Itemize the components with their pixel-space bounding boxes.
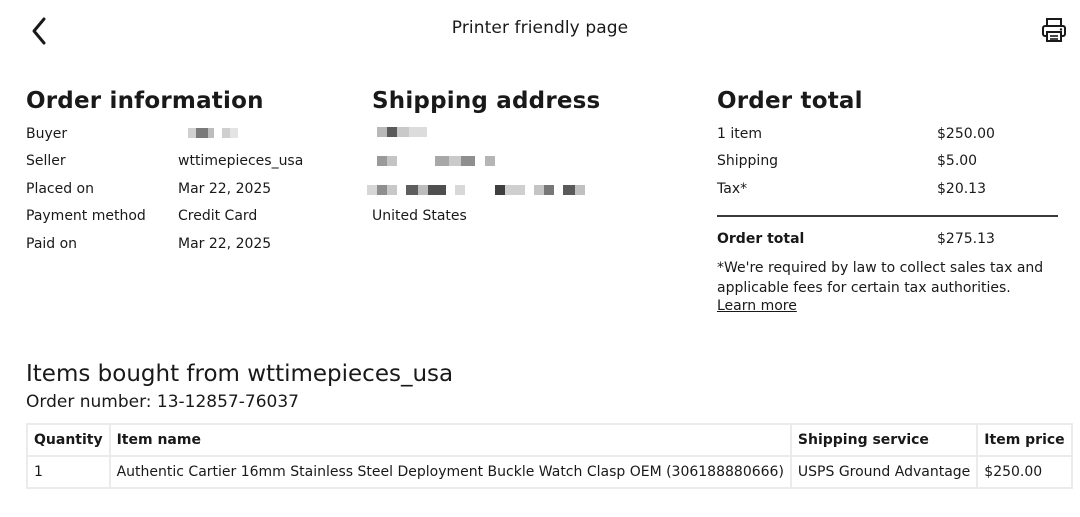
order-number: Order number: 13-12857-76037: [26, 392, 299, 412]
top-bar: Printer friendly page: [0, 0, 1080, 62]
placed-on-label: Placed on: [26, 181, 94, 197]
column-header-item-name: Item name: [108, 423, 792, 457]
tax-note: *We're required by law to collect sales …: [717, 260, 1044, 296]
shipping-cost-label: Shipping: [717, 153, 779, 169]
item-quantity: 1: [26, 455, 111, 489]
printer-icon: [1042, 18, 1066, 42]
item-name: Authentic Cartier 16mm Stainless Steel D…: [108, 455, 792, 489]
redacted-recipient-name: [377, 127, 429, 137]
item-price: $250.00: [976, 455, 1073, 489]
table-row: 1 Authentic Cartier 16mm Stainless Steel…: [26, 455, 1073, 489]
total-divider: [717, 215, 1058, 217]
seller-value: wttimepieces_usa: [178, 153, 304, 169]
paid-on-label: Paid on: [26, 236, 78, 252]
item-shipping-service: USPS Ground Advantage: [789, 455, 979, 489]
placed-on-value: Mar 22, 2025: [178, 181, 272, 197]
item-count-label: 1 item: [717, 126, 762, 142]
payment-method-label: Payment method: [26, 208, 146, 224]
shipping-cost-value: $5.00: [937, 153, 978, 169]
tax-label: Tax*: [717, 181, 748, 197]
order-total-label: Order total: [717, 231, 805, 247]
item-subtotal-value: $250.00: [937, 126, 995, 142]
page-title: Printer friendly page: [451, 18, 629, 38]
column-header-quantity: Quantity: [26, 423, 111, 457]
shipping-country: United States: [372, 208, 467, 224]
order-total-heading: Order total: [717, 88, 863, 114]
paid-on-value: Mar 22, 2025: [178, 236, 272, 252]
order-information-heading: Order information: [26, 88, 264, 114]
redacted-city-state-zip: [367, 185, 587, 195]
shipping-address-heading: Shipping address: [372, 88, 601, 114]
redacted-buyer-name: [178, 128, 242, 138]
order-total-value: $275.13: [937, 231, 995, 247]
column-header-shipping-service: Shipping service: [789, 423, 979, 457]
seller-label: Seller: [26, 153, 66, 169]
buyer-label: Buyer: [26, 126, 68, 142]
table-header-row: Quantity Item name Shipping service Item…: [26, 423, 1073, 457]
column-header-item-price: Item price: [976, 423, 1073, 457]
redacted-street-address: [377, 156, 499, 166]
tax-value: $20.13: [937, 181, 986, 197]
print-button[interactable]: [1036, 14, 1072, 46]
payment-method-value: Credit Card: [178, 208, 258, 224]
items-table: Quantity Item name Shipping service Item…: [26, 423, 1073, 489]
items-heading: Items bought from wttimepieces_usa: [26, 361, 454, 387]
learn-more-link[interactable]: Learn more: [717, 298, 797, 314]
